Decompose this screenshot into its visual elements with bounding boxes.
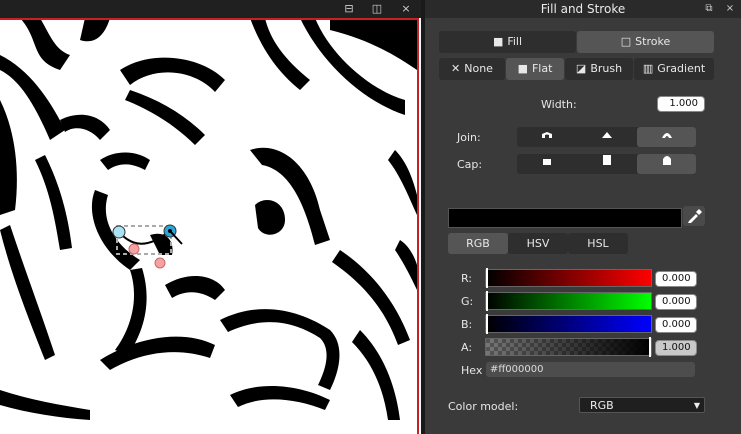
fill-icon: ■ [492, 35, 504, 48]
join-buttons [517, 127, 696, 147]
join-bevel-button[interactable] [577, 127, 636, 147]
tab-stroke-label: Stroke [635, 35, 671, 48]
hex-label: Hex [461, 364, 483, 377]
width-spinbox[interactable]: 1.000 [657, 96, 705, 112]
cap-butt-icon [542, 159, 551, 165]
blue-label: B: [461, 318, 473, 331]
red-slider-handle[interactable] [486, 268, 488, 288]
color-model-label: Color model: [448, 400, 519, 413]
eyedropper-button[interactable] [683, 206, 705, 226]
cap-round-button[interactable] [637, 154, 696, 174]
green-slider-handle[interactable] [486, 291, 488, 311]
cap-square-icon [602, 155, 611, 165]
gradient-icon: ▥ [642, 62, 654, 75]
join-round-button[interactable] [637, 127, 696, 147]
paint-none-label: None [464, 62, 493, 75]
cap-round-icon [662, 156, 671, 165]
panel-title: Fill and Stroke ⧉ × [425, 0, 741, 18]
cap-square-button[interactable] [577, 154, 636, 174]
chevron-down-icon: ▼ [693, 401, 700, 410]
eyedropper-icon [688, 209, 702, 223]
stroke-icon: □ [620, 35, 632, 48]
join-round-icon [661, 133, 672, 138]
flat-icon: ■ [517, 62, 528, 75]
drawing-canvas[interactable] [0, 18, 421, 434]
tab-fill-label: Fill [507, 35, 523, 48]
alpha-slider-handle[interactable] [649, 337, 651, 357]
tab-stroke[interactable]: □ Stroke [577, 31, 714, 53]
paint-none-button[interactable]: ✕ None [439, 58, 505, 80]
red-spinbox[interactable]: 0.000 [655, 271, 697, 287]
tab-hsv[interactable]: HSV [508, 233, 568, 254]
tab-fill[interactable]: ■ Fill [439, 31, 576, 53]
paint-brush-label: Brush [590, 62, 623, 75]
close-icon[interactable]: × [722, 1, 738, 17]
alpha-spinbox[interactable]: 1.000 [655, 340, 697, 356]
green-label: G: [461, 295, 474, 308]
cap-buttons [517, 154, 696, 174]
none-icon: ✕ [451, 62, 461, 75]
dock-left-icon[interactable]: ⊟ [341, 1, 357, 17]
green-slider[interactable] [485, 291, 652, 311]
red-slider[interactable] [485, 268, 652, 288]
join-label: Join: [457, 131, 481, 144]
red-label: R: [461, 272, 473, 285]
panel-title-text: Fill and Stroke [540, 2, 626, 16]
blue-slider[interactable] [485, 314, 652, 334]
color-model-select[interactable]: RGB ▼ [579, 397, 705, 413]
join-miter-icon [541, 132, 552, 138]
color-model-value: RGB [590, 399, 614, 412]
brush-icon: ◪ [575, 62, 587, 75]
stroke-color-swatch[interactable] [448, 208, 682, 228]
green-spinbox[interactable]: 0.000 [655, 294, 697, 310]
paint-gradient-button[interactable]: ▥ Gradient [634, 58, 714, 80]
alpha-label: A: [461, 341, 473, 354]
join-miter-button[interactable] [517, 127, 576, 147]
tab-rgb[interactable]: RGB [448, 233, 508, 254]
split-icon[interactable]: ◫ [369, 1, 385, 17]
canvas-titlebar: ⊟ ◫ × [0, 0, 421, 18]
paint-flat-label: Flat [531, 62, 553, 75]
artwork [0, 18, 417, 420]
blue-spinbox[interactable]: 0.000 [655, 317, 697, 333]
hex-field[interactable]: #ff000000 [486, 362, 695, 377]
cap-butt-button[interactable] [517, 154, 576, 174]
join-bevel-icon [601, 132, 612, 138]
paint-brush-button[interactable]: ◪ Brush [565, 58, 633, 80]
paint-gradient-label: Gradient [657, 62, 706, 75]
tab-hsl[interactable]: HSL [568, 233, 628, 254]
paint-flat-button[interactable]: ■ Flat [506, 58, 564, 80]
blue-slider-handle[interactable] [486, 314, 488, 334]
width-label: Width: [541, 98, 577, 111]
alpha-slider[interactable] [485, 337, 652, 357]
cap-label: Cap: [457, 158, 483, 171]
float-icon[interactable]: ⧉ [701, 1, 717, 17]
close-icon[interactable]: × [398, 1, 414, 17]
